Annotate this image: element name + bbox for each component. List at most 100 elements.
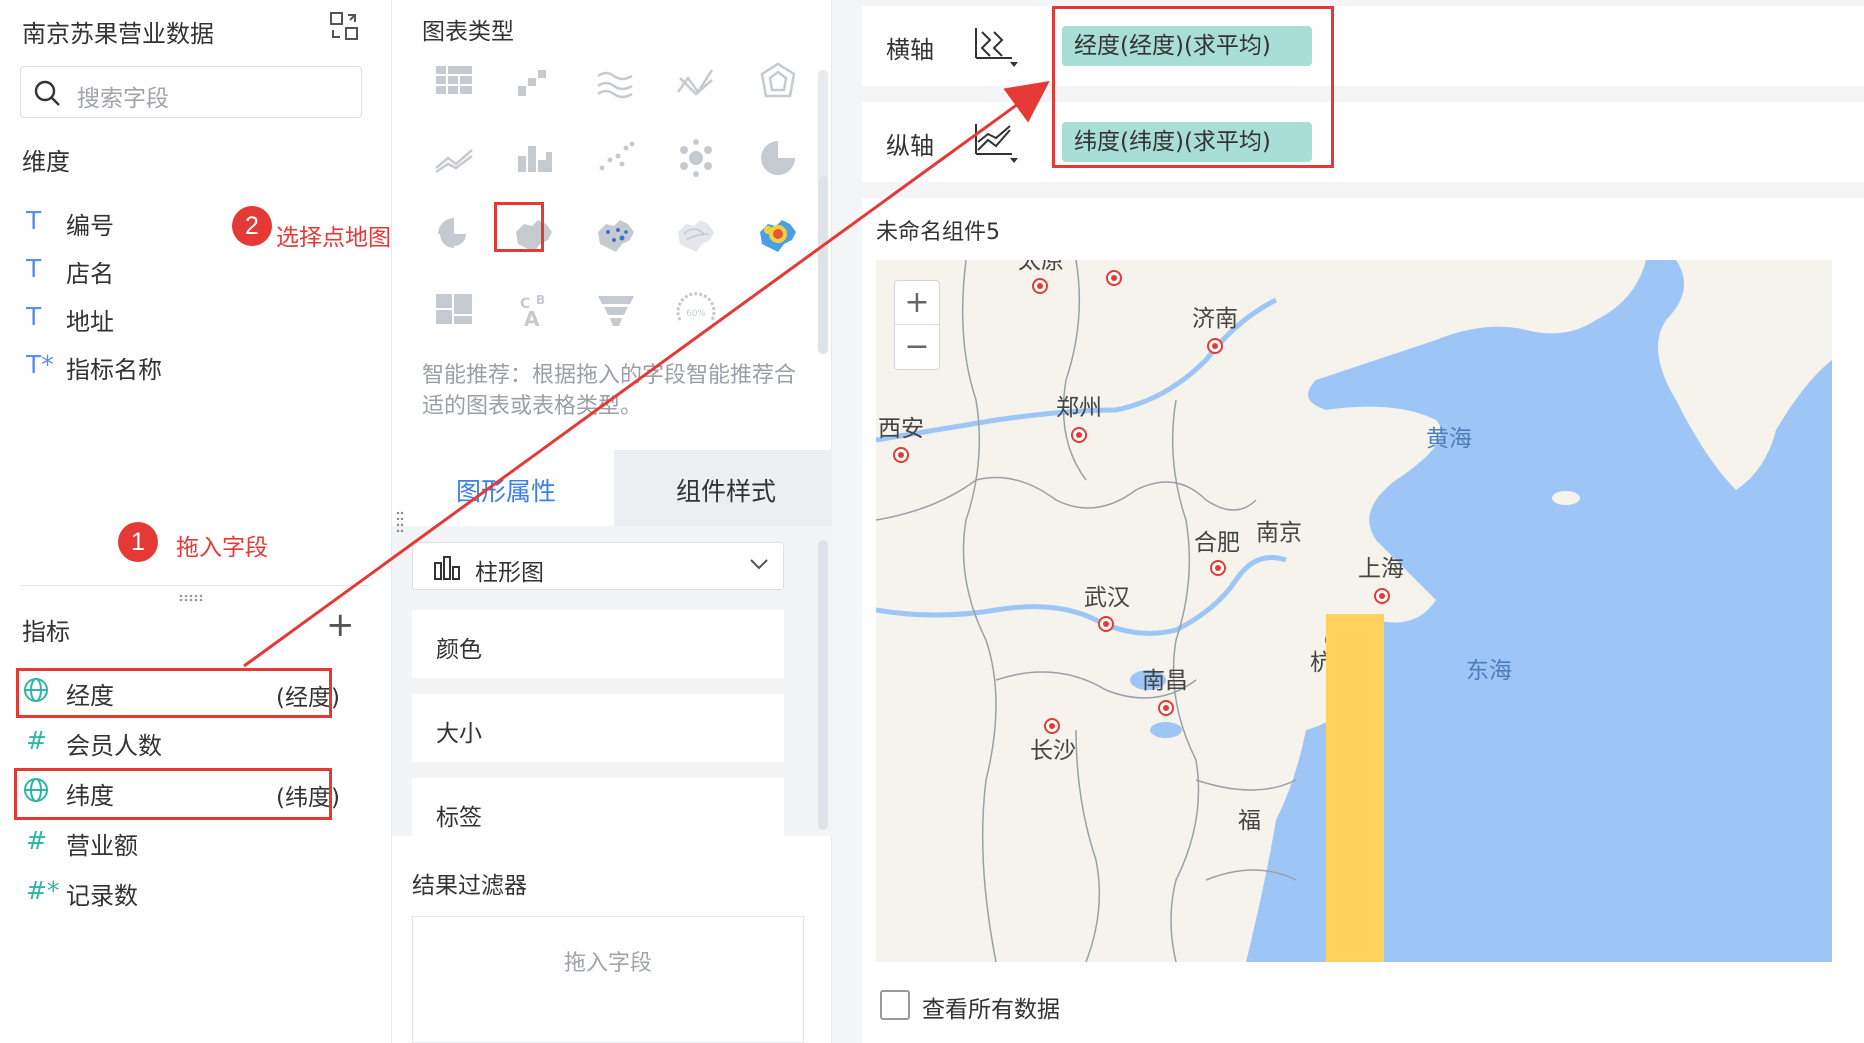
treemap-icon[interactable] xyxy=(430,286,478,334)
city-marker xyxy=(893,447,909,463)
dimension-field-store[interactable]: T 店名 xyxy=(26,250,366,290)
radar-chart-icon[interactable] xyxy=(754,58,802,106)
city-label-fu: 福 xyxy=(1238,807,1261,833)
prop-label[interactable]: 标签 xyxy=(412,778,784,836)
field-search-input[interactable]: 搜索字段 xyxy=(20,66,362,118)
tab-component-style[interactable]: 组件样式 xyxy=(676,472,776,508)
city-marker xyxy=(1044,718,1060,734)
city-marker xyxy=(1071,427,1087,443)
city-label-jinan: 济南 xyxy=(1192,305,1238,331)
bar-chart-icon xyxy=(434,556,460,580)
chart-config-panel: 图表类型 C B A 60% 智能推荐：根据拖入的字段智能推荐合适的图表或表格类… xyxy=(232,0,832,1043)
chevron-down-icon xyxy=(750,559,768,570)
switch-dataset-icon[interactable] xyxy=(328,10,360,42)
chart-type-scroll-thumb[interactable] xyxy=(818,176,828,354)
city-label-xian: 西安 xyxy=(878,415,924,441)
city-label-nanjing: 南京 xyxy=(1256,519,1302,545)
city-marker xyxy=(1098,616,1114,632)
result-filter-dropzone[interactable]: 拖入字段 xyxy=(412,916,804,1043)
step-1-annotation: 拖入字段 xyxy=(176,535,268,561)
prop-color-label: 颜色 xyxy=(436,637,482,663)
tab-graph-properties[interactable]: 图形属性 xyxy=(392,450,614,526)
stacked-bar-icon[interactable] xyxy=(510,134,558,182)
app-root: 南京苏果营业数据 搜索字段 维度 T 编号 T 店名 T 地址 T* 指标名称 … xyxy=(0,0,1864,1043)
step-1-badge: 1 xyxy=(118,522,158,562)
city-label-nanchang: 南昌 xyxy=(1142,667,1188,693)
widget-title[interactable]: 未命名组件5 xyxy=(876,214,1000,246)
measure-section-label: 指标 xyxy=(22,618,70,646)
step-bar-icon[interactable] xyxy=(510,58,558,106)
prop-size-label: 大小 xyxy=(436,721,482,747)
search-icon xyxy=(34,80,60,106)
city-marker xyxy=(1210,560,1226,576)
dataset-title: 南京苏果营业数据 xyxy=(22,20,214,48)
zoom-in-button[interactable]: + xyxy=(895,281,939,325)
prop-label-label: 标签 xyxy=(436,805,482,831)
x-axis-type-icon[interactable] xyxy=(972,24,1020,68)
zoom-control: + − xyxy=(894,280,940,370)
bubble-icon[interactable] xyxy=(672,134,720,182)
search-placeholder: 搜索字段 xyxy=(77,86,169,112)
chart-type-title: 图表类型 xyxy=(422,19,514,45)
rose-pie-icon[interactable] xyxy=(430,210,478,258)
line-chart-icon[interactable] xyxy=(672,58,720,106)
measure-field-revenue[interactable]: # 营业额 xyxy=(26,822,366,862)
add-measure-button[interactable]: + xyxy=(326,608,355,642)
dimension-section-label: 维度 xyxy=(22,148,70,176)
funnel-icon[interactable] xyxy=(592,286,640,334)
city-marker xyxy=(1374,588,1390,604)
hash-icon: # xyxy=(26,726,47,755)
city-label-shanghai: 上海 xyxy=(1358,555,1404,581)
prop-color[interactable]: 颜色 xyxy=(412,610,784,678)
measure-field-record-count[interactable]: #* 记录数 xyxy=(26,872,366,912)
chart-type-select[interactable]: 柱形图 xyxy=(412,542,784,590)
city-label-taiyuan: 太原 xyxy=(1018,260,1064,273)
text-type-icon: T xyxy=(26,254,42,283)
city-marker xyxy=(1207,338,1223,354)
step-2-annotation: 选择点地图 xyxy=(276,225,391,251)
resize-handle-icon[interactable] xyxy=(178,594,204,602)
y-axis-type-icon[interactable] xyxy=(972,120,1020,164)
calculated-text-type-icon: T* xyxy=(26,350,54,379)
zoom-out-button[interactable]: − xyxy=(895,325,939,369)
highlight-point-map xyxy=(494,202,544,252)
pie-chart-icon[interactable] xyxy=(754,134,802,182)
highlight-axis-fields xyxy=(1052,6,1334,168)
prop-size[interactable]: 大小 xyxy=(412,694,784,762)
property-scroll-thumb[interactable] xyxy=(818,540,828,830)
field-name: 记录数 xyxy=(66,882,138,910)
view-all-checkbox[interactable] xyxy=(880,990,910,1020)
area-line-icon[interactable] xyxy=(592,58,640,106)
result-filter-title: 结果过滤器 xyxy=(412,873,527,899)
calculated-hash-icon: #* xyxy=(26,876,60,905)
point-map-icon[interactable] xyxy=(592,210,640,258)
svg-text:A: A xyxy=(524,307,540,331)
hash-icon: # xyxy=(26,826,47,855)
sea-label-east: 东海 xyxy=(1466,657,1512,683)
field-panel: 南京苏果营业数据 搜索字段 维度 T 编号 T 店名 T 地址 T* 指标名称 … xyxy=(0,0,392,1043)
dimension-field-metric-name[interactable]: T* 指标名称 xyxy=(26,346,366,386)
measure-field-members[interactable]: # 会员人数 xyxy=(26,722,366,762)
text-type-icon: T xyxy=(26,302,42,331)
panel-resize-grip-icon[interactable] xyxy=(396,510,404,534)
scatter-icon[interactable] xyxy=(592,134,640,182)
city-marker xyxy=(1032,278,1048,294)
dropzone-hint: 拖入字段 xyxy=(563,951,652,976)
view-all-label: 查看所有数据 xyxy=(922,997,1060,1023)
step-2-badge: 2 xyxy=(232,206,272,246)
city-marker xyxy=(1158,700,1174,716)
chart-type-select-value: 柱形图 xyxy=(475,560,544,586)
field-name: 地址 xyxy=(66,308,114,336)
dimension-field-address[interactable]: T 地址 xyxy=(26,298,366,338)
multi-line-icon[interactable] xyxy=(430,134,478,182)
word-cloud-icon[interactable]: C BA xyxy=(510,286,558,334)
cross-table-icon[interactable] xyxy=(430,58,478,106)
heat-map-icon[interactable] xyxy=(754,210,802,258)
gauge-icon[interactable]: 60% xyxy=(672,286,720,334)
highlight-latitude-field xyxy=(14,768,332,820)
city-label-hefei: 合肥 xyxy=(1194,529,1240,555)
city-label-changsha: 长沙 xyxy=(1030,737,1076,763)
flow-map-icon[interactable] xyxy=(672,210,720,258)
highlight-longitude-field xyxy=(16,668,332,718)
field-name: 会员人数 xyxy=(66,732,162,760)
